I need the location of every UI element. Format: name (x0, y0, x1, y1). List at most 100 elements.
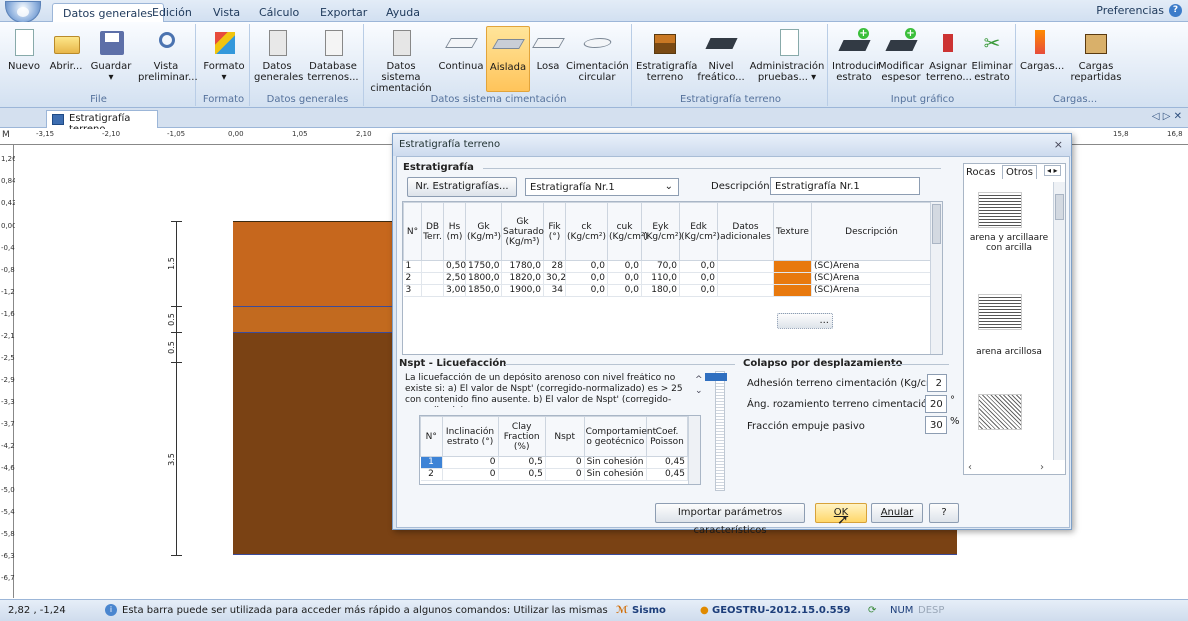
tab-rocas[interactable]: Rocas (966, 167, 995, 178)
cell-fik[interactable]: 28 (543, 260, 566, 273)
cell-datos[interactable] (717, 260, 774, 273)
cell-cuk[interactable]: 0,0 (607, 260, 642, 273)
general-data-button[interactable]: Datos generales (254, 26, 303, 92)
new-button[interactable]: Nuevo (4, 26, 44, 92)
isolated-footing-button[interactable]: Aislada (486, 26, 530, 92)
import-parameters-button[interactable]: Importar parámetros característicos (655, 503, 805, 536)
cell-edk[interactable]: 0,0 (679, 272, 718, 285)
tab-navigation[interactable]: ◁ ▷ ✕ (1152, 111, 1182, 122)
cell-eyk[interactable]: 110,0 (641, 272, 680, 285)
cell-clay[interactable]: 0,5 (498, 456, 546, 469)
table-row[interactable]: 1 0 0,5 0 Sin cohesión 0,45 (420, 456, 688, 469)
cell-hs[interactable]: 0,50 (443, 260, 466, 273)
cell-nspt[interactable]: 0 (545, 468, 585, 481)
table-row[interactable]: 2 0 0,5 0 Sin cohesión 0,45 (420, 468, 688, 481)
pattern-swatch[interactable] (978, 394, 1022, 430)
cell-edk[interactable]: 0,0 (679, 260, 718, 273)
cell-fik[interactable]: 30,2 (543, 272, 566, 285)
cell-ck[interactable]: 0,0 (565, 260, 608, 273)
tab-edicion[interactable]: Edición (142, 3, 202, 22)
table-scrollbar[interactable] (930, 202, 942, 354)
cell-n[interactable]: 1 (403, 260, 422, 273)
scroll-left-icon[interactable]: ‹ (968, 462, 972, 473)
tab-estratigrafia-terreno[interactable]: Estratigrafía terreno (46, 110, 158, 135)
cell-n[interactable]: 2 (403, 272, 422, 285)
cell-inclination[interactable]: 0 (442, 468, 499, 481)
description-input[interactable]: Estratigrafía Nr.1 (770, 177, 920, 195)
refresh-icon[interactable]: ⟳ (868, 605, 876, 616)
stratigraphy-button[interactable]: Estratigrafía terreno (636, 26, 697, 92)
table-row[interactable]: 3 3,00 1850,0 1900,0 34 0,0 0,0 180,0 0,0 (S… (403, 284, 932, 297)
cell-fik[interactable]: 34 (543, 284, 566, 297)
cell-nspt[interactable]: 0 (545, 456, 585, 469)
cell-gk-sat[interactable]: 1900,0 (501, 284, 544, 297)
water-table-button[interactable]: Nivel freático... (696, 26, 746, 92)
cell-ck[interactable]: 0,0 (565, 272, 608, 285)
tab-ayuda[interactable]: Ayuda (376, 3, 430, 22)
print-preview-button[interactable]: Vista preliminar... (138, 26, 198, 92)
cell-gk-sat[interactable]: 1820,0 (501, 272, 544, 285)
cell-description[interactable]: (SC)Arena (811, 272, 932, 285)
cell-eyk[interactable]: 180,0 (641, 284, 680, 297)
cell-hs[interactable]: 2,50 (443, 272, 466, 285)
cell-n[interactable]: 1 (420, 456, 443, 469)
assign-soil-button[interactable]: Asignar terreno... (926, 26, 972, 92)
insert-layer-button[interactable]: + Introducir estrato (832, 26, 880, 92)
cell-datos[interactable] (717, 272, 774, 285)
scrollbar-thumb[interactable] (932, 204, 941, 244)
foundation-system-button[interactable]: Datos sistema cimentación (368, 26, 434, 94)
scrollbar-thumb[interactable] (1055, 194, 1064, 220)
texture-swatch[interactable] (773, 260, 812, 273)
cell-poisson[interactable]: 0,45 (646, 456, 688, 469)
nspt-slider[interactable] (715, 371, 725, 491)
texture-swatch[interactable] (773, 284, 812, 297)
cell-poisson[interactable]: 0,45 (646, 468, 688, 481)
format-button[interactable]: Formato ▾ (202, 26, 246, 92)
circular-footing-button[interactable]: Cimentación circular (566, 26, 629, 92)
pattern-swatch[interactable] (978, 294, 1022, 330)
soil-database-button[interactable]: Database terrenos... (304, 26, 362, 92)
scroll-right-icon[interactable]: › (1040, 462, 1044, 473)
texture-swatch[interactable] (773, 272, 812, 285)
additional-data-ellipsis-button[interactable]: ... (777, 313, 833, 329)
cell-hs[interactable]: 3,00 (443, 284, 466, 297)
tab-scroll-arrows[interactable]: ◂ ▸ (1044, 165, 1061, 176)
cell-behavior[interactable]: Sin cohesión (584, 456, 648, 469)
slider-handle[interactable] (705, 373, 727, 381)
cell-eyk[interactable]: 70,0 (641, 260, 680, 273)
tab-exportar[interactable]: Exportar (310, 3, 377, 22)
continuous-footing-button[interactable]: Continua (436, 26, 486, 92)
cell-cuk[interactable]: 0,0 (607, 272, 642, 285)
nr-stratigraphies-button[interactable]: Nr. Estratigrafías... (407, 177, 517, 197)
cell-cuk[interactable]: 0,0 (607, 284, 642, 297)
pattern-swatch[interactable] (978, 192, 1022, 228)
open-button[interactable]: Abrir... (46, 26, 86, 92)
save-button[interactable]: Guardar ▾ (88, 26, 134, 92)
tab-otros[interactable]: Otros (1002, 165, 1038, 179)
tab-calculo[interactable]: Cálculo (249, 3, 309, 22)
cell-gk[interactable]: 1850,0 (465, 284, 502, 297)
dialog-title-bar[interactable]: Estratigrafía terreno × (393, 134, 1071, 156)
sismo-indicator[interactable]: Sismo (632, 605, 666, 616)
nspt-scrollbar[interactable] (688, 416, 700, 484)
cell-n[interactable]: 2 (420, 468, 443, 481)
cell-ck[interactable]: 0,0 (565, 284, 608, 297)
cancel-button[interactable]: Anular (871, 503, 923, 523)
cell-db[interactable] (421, 284, 444, 297)
help-icon[interactable]: ? (1169, 4, 1182, 17)
cell-db[interactable] (421, 260, 444, 273)
scroll-arrows-icon[interactable]: ^ ⌄ (695, 375, 703, 397)
cell-description[interactable]: (SC)Arena (811, 260, 932, 273)
cell-behavior[interactable]: Sin cohesión (584, 468, 648, 481)
cell-db[interactable] (421, 272, 444, 285)
loads-button[interactable]: Cargas... (1020, 26, 1064, 92)
preferences-menu[interactable]: Preferencias (1096, 4, 1164, 17)
passive-thrust-input[interactable]: 30 (925, 416, 947, 434)
cell-gk-sat[interactable]: 1780,0 (501, 260, 544, 273)
slab-button[interactable]: Losa (530, 26, 566, 92)
distributed-loads-button[interactable]: Cargas repartidas (1064, 26, 1128, 92)
cell-description[interactable]: (SC)Arena (811, 284, 932, 297)
modify-thickness-button[interactable]: + Modificar espesor (878, 26, 924, 92)
app-menu-button[interactable] (5, 1, 41, 23)
adhesion-input[interactable]: 2 (927, 374, 947, 392)
